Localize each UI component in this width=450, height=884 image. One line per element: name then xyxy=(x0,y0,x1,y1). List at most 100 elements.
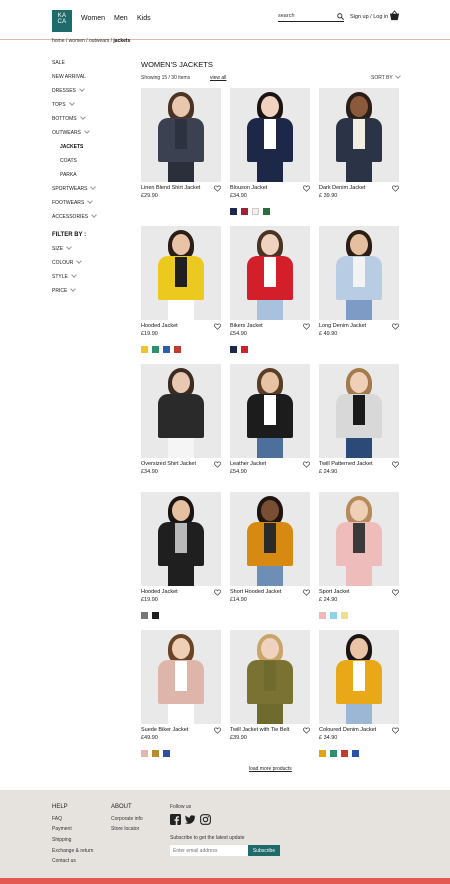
color-swatch[interactable] xyxy=(230,346,237,353)
color-swatch[interactable] xyxy=(341,750,348,757)
wishlist-heart-icon[interactable] xyxy=(392,461,399,468)
product-card[interactable]: Twill Jacket with Tie Belt £39.90 xyxy=(230,630,310,752)
instagram-icon[interactable] xyxy=(200,814,211,825)
product-card[interactable]: Dark Denim Jacket £ 39.90 xyxy=(319,88,399,210)
product-image[interactable] xyxy=(230,630,310,724)
wishlist-heart-icon[interactable] xyxy=(392,323,399,330)
sidebar-item-coats[interactable]: COATS xyxy=(60,158,77,164)
product-card[interactable]: Oversized Shirt Jacket £34.90 xyxy=(141,364,221,486)
product-name[interactable]: Short Hooded Jacket xyxy=(230,589,281,595)
color-swatch[interactable] xyxy=(319,612,326,619)
color-swatch[interactable] xyxy=(141,750,148,757)
product-name[interactable]: Twill Patterned Jacket xyxy=(319,461,373,467)
footer-link-contact[interactable]: Contact us xyxy=(52,858,76,864)
twitter-icon[interactable] xyxy=(185,814,196,825)
footer-link-store-locator[interactable]: Store locator xyxy=(111,826,139,832)
sidebar-item-sale[interactable]: SALE xyxy=(52,60,65,66)
product-name[interactable]: Coloured Denim Jacket xyxy=(319,727,376,733)
wishlist-heart-icon[interactable] xyxy=(214,727,221,734)
sidebar-item-footwears[interactable]: FOOTWEARS xyxy=(52,198,94,206)
product-image[interactable] xyxy=(141,630,221,724)
product-card[interactable]: Blouson Jacket £34.90 xyxy=(230,88,310,215)
product-card[interactable]: Twill Patterned Jacket £ 24.90 xyxy=(319,364,399,486)
color-swatch[interactable] xyxy=(319,750,326,757)
filter-size[interactable]: SIZE xyxy=(52,244,72,252)
sidebar-item-jackets[interactable]: JACKETS xyxy=(60,144,83,150)
nav-men[interactable]: Men xyxy=(114,15,128,22)
color-swatch[interactable] xyxy=(152,612,159,619)
breadcrumb-path[interactable]: home / women / outwears / xyxy=(52,38,113,44)
sort-by-dropdown[interactable]: SORT BY xyxy=(371,73,401,81)
sidebar-item-parka[interactable]: PARKA xyxy=(60,172,77,178)
wishlist-heart-icon[interactable] xyxy=(303,727,310,734)
product-card[interactable]: Suede Biker Jacket £49.90 xyxy=(141,630,221,757)
filter-style[interactable]: STYLE xyxy=(52,272,77,280)
product-card[interactable]: Coloured Denim Jacket £ 34.90 xyxy=(319,630,399,757)
color-swatch[interactable] xyxy=(263,208,270,215)
product-card[interactable]: Short Hooded Jacket £14.90 xyxy=(230,492,310,614)
product-image[interactable] xyxy=(141,492,221,586)
color-swatch[interactable] xyxy=(330,612,337,619)
color-swatch[interactable] xyxy=(163,750,170,757)
filter-price[interactable]: PRICE xyxy=(52,286,77,294)
color-swatch[interactable] xyxy=(163,346,170,353)
sidebar-item-dresses[interactable]: DRESSES xyxy=(52,86,85,94)
product-image[interactable] xyxy=(141,364,221,458)
product-image[interactable] xyxy=(319,226,399,320)
color-swatch[interactable] xyxy=(241,208,248,215)
color-swatch[interactable] xyxy=(141,612,148,619)
product-image[interactable] xyxy=(319,630,399,724)
product-name[interactable]: Hooded Jacket xyxy=(141,589,178,595)
wishlist-heart-icon[interactable] xyxy=(303,185,310,192)
product-card[interactable]: Hooded Jacket £19.90 xyxy=(141,226,221,353)
wishlist-heart-icon[interactable] xyxy=(303,461,310,468)
product-name[interactable]: Hooded Jacket xyxy=(141,323,178,329)
product-card[interactable]: Sport Jacket £ 24.90 xyxy=(319,492,399,619)
wishlist-heart-icon[interactable] xyxy=(214,461,221,468)
product-image[interactable] xyxy=(319,492,399,586)
footer-link-corporate[interactable]: Corporate info xyxy=(111,816,143,822)
footer-link-payment[interactable]: Payment xyxy=(52,826,72,832)
color-swatch[interactable] xyxy=(141,346,148,353)
sidebar-item-outwears[interactable]: OUTWEARS xyxy=(52,128,90,136)
product-image[interactable] xyxy=(230,492,310,586)
product-name[interactable]: Twill Jacket with Tie Belt xyxy=(230,727,289,733)
facebook-icon[interactable] xyxy=(170,814,181,825)
sidebar-item-bottoms[interactable]: BOTTOMS xyxy=(52,114,86,122)
filter-colour[interactable]: COLOUR xyxy=(52,258,83,266)
product-image[interactable] xyxy=(230,364,310,458)
sidebar-item-tops[interactable]: TOPS xyxy=(52,100,75,108)
brand-logo[interactable]: KA CA xyxy=(52,10,72,32)
footer-link-faq[interactable]: FAQ xyxy=(52,816,62,822)
color-swatch[interactable] xyxy=(241,346,248,353)
search-icon[interactable] xyxy=(337,13,344,20)
product-name[interactable]: Long Denim Jacket xyxy=(319,323,366,329)
wishlist-heart-icon[interactable] xyxy=(392,727,399,734)
product-card[interactable]: Long Denim Jacket £ 49.90 xyxy=(319,226,399,348)
signup-login-link[interactable]: Sign up / Log in xyxy=(350,14,388,20)
product-name[interactable]: Suede Biker Jacket xyxy=(141,727,188,733)
product-card[interactable]: Hooded Jacket £19.90 xyxy=(141,492,221,619)
nav-kids[interactable]: Kids xyxy=(137,15,151,22)
color-swatch[interactable] xyxy=(230,208,237,215)
product-name[interactable]: Oversized Shirt Jacket xyxy=(141,461,196,467)
wishlist-heart-icon[interactable] xyxy=(303,323,310,330)
view-all-link[interactable]: view all xyxy=(210,75,226,81)
sidebar-item-new-arrival[interactable]: NEW ARRIVAL xyxy=(52,74,86,80)
product-name[interactable]: Dark Denim Jacket xyxy=(319,185,365,191)
wishlist-heart-icon[interactable] xyxy=(392,589,399,596)
product-image[interactable] xyxy=(230,226,310,320)
product-image[interactable] xyxy=(141,226,221,320)
product-name[interactable]: Sport Jacket xyxy=(319,589,350,595)
shopping-basket-icon[interactable] xyxy=(389,10,400,21)
color-swatch[interactable] xyxy=(174,346,181,353)
wishlist-heart-icon[interactable] xyxy=(214,589,221,596)
product-name[interactable]: Leather Jacket xyxy=(230,461,266,467)
footer-link-exchange[interactable]: Exchange & return xyxy=(52,848,93,854)
product-card[interactable]: Linen Blend Shirt Jacket £29.90 xyxy=(141,88,221,210)
product-name[interactable]: Bikers Jacket xyxy=(230,323,263,329)
color-swatch[interactable] xyxy=(330,750,337,757)
subscribe-button[interactable]: Subscribe xyxy=(248,845,280,856)
product-card[interactable]: Leather Jacket £54.90 xyxy=(230,364,310,486)
wishlist-heart-icon[interactable] xyxy=(214,185,221,192)
